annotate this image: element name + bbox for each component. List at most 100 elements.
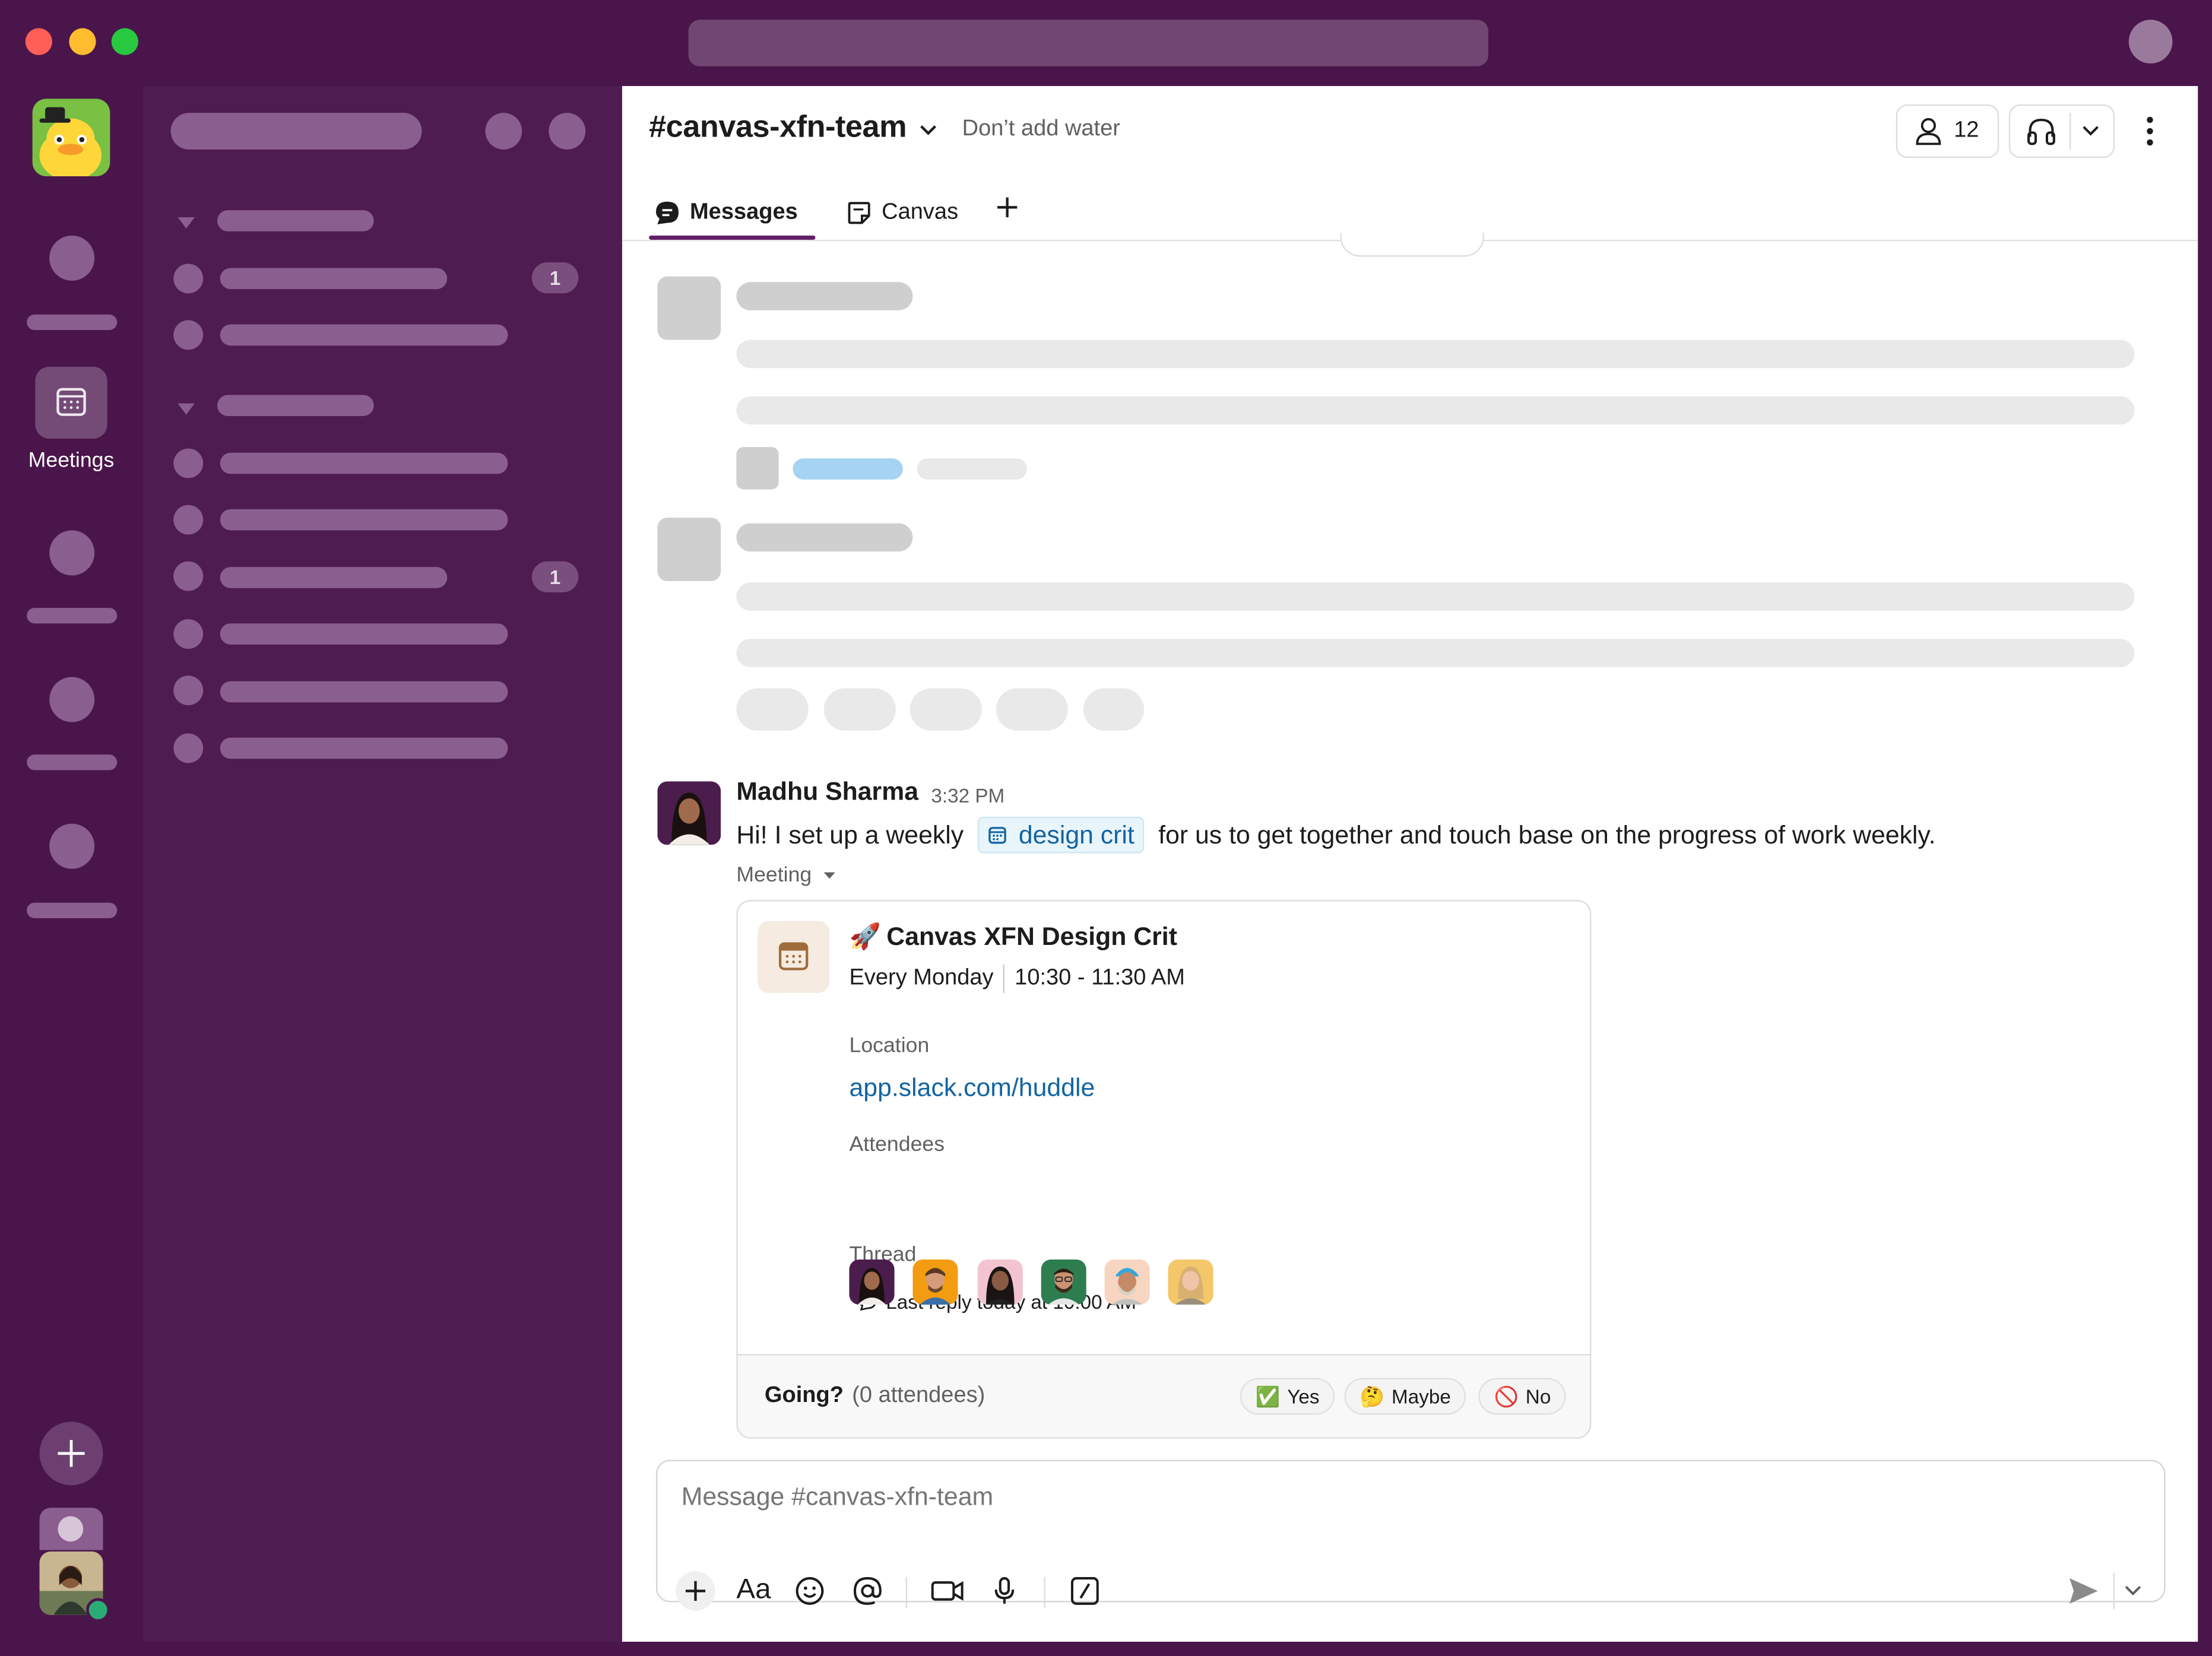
message-text-part: for us to get together and touch base on…	[1158, 820, 1936, 849]
author-avatar[interactable]	[657, 781, 721, 845]
plus-icon	[58, 1440, 85, 1467]
mention-icon[interactable]	[851, 1574, 885, 1608]
message-text: Hi! I set up a weekly design crit for us…	[736, 816, 2175, 854]
date-divider-pill[interactable]	[1340, 233, 1484, 257]
send-icon[interactable]	[2065, 1574, 2102, 1608]
replies-link-placeholder[interactable]	[793, 458, 903, 480]
compose-button[interactable]	[549, 113, 586, 150]
channel-name[interactable]: #canvas-xfn-team	[649, 109, 907, 145]
attachment-toggle[interactable]: Meeting	[736, 863, 837, 887]
tab-messages[interactable]: Messages	[653, 191, 798, 236]
message-text-part: Hi! I set up a weekly	[736, 820, 964, 849]
video-clip-icon[interactable]	[930, 1574, 966, 1608]
thread-avatar-placeholder	[736, 447, 779, 490]
attendee-avatar[interactable]	[1168, 1260, 1213, 1305]
section-header-placeholder[interactable]	[217, 395, 374, 417]
message-bubble-icon	[655, 201, 679, 224]
message-author[interactable]: Madhu Sharma	[736, 777, 918, 807]
sidebar-item[interactable]	[220, 737, 508, 759]
rsvp-maybe-button[interactable]: 🤔 Maybe	[1344, 1378, 1467, 1415]
design-crit-link-chip[interactable]: design crit	[977, 816, 1145, 854]
reaction-placeholder[interactable]	[909, 688, 982, 731]
plus-icon	[685, 1581, 706, 1601]
sidebar-item[interactable]	[220, 567, 448, 588]
rail-item-home[interactable]	[49, 235, 95, 281]
attendee-avatar[interactable]	[1041, 1260, 1086, 1305]
zoom-window-button[interactable]	[111, 28, 138, 55]
rail-item-label-placeholder	[27, 608, 118, 624]
slack-window: Meetings 1 1 #canvas-xfn-team Don’t add …	[0, 0, 2212, 1656]
formatting-button[interactable]: Aa	[736, 1574, 771, 1607]
reaction-placeholder[interactable]	[736, 688, 809, 731]
rail-item[interactable]	[49, 530, 95, 576]
attendee-avatar[interactable]	[912, 1260, 958, 1305]
meeting-icon-tile	[758, 921, 830, 993]
attachment-label: Meeting	[736, 863, 812, 887]
thread-meta-placeholder	[917, 458, 1027, 480]
meeting-title[interactable]: 🚀 Canvas XFN Design Crit	[850, 922, 1177, 952]
chevron-down-icon[interactable]	[918, 120, 938, 139]
huddle-button[interactable]	[2008, 104, 2115, 158]
sidebar-item[interactable]	[220, 623, 508, 645]
section-header-placeholder[interactable]	[217, 210, 374, 231]
no-entry-icon: 🚫	[1494, 1384, 1519, 1407]
sidebar-item[interactable]	[220, 681, 508, 703]
shortcuts-slash-icon[interactable]	[1068, 1574, 1102, 1608]
message-input[interactable]	[678, 1475, 2039, 1518]
avatar-placeholder	[657, 276, 721, 340]
more-options-icon[interactable]	[2138, 113, 2161, 150]
rail-item-meetings[interactable]	[35, 366, 107, 439]
rail-item[interactable]	[49, 823, 95, 869]
rocket-emoji-icon: 🚀	[849, 922, 881, 951]
toolbar-divider	[1044, 1576, 1045, 1608]
minimize-window-button[interactable]	[69, 28, 96, 55]
add-reaction-placeholder[interactable]	[1083, 688, 1145, 731]
attendee-photo-icon	[986, 1266, 1015, 1305]
workspace-name-placeholder[interactable]	[170, 113, 422, 150]
meeting-schedule: Every Monday 10:30 - 11:30 AM	[850, 965, 1185, 993]
attendee-photo-icon	[1111, 1268, 1143, 1305]
section-caret-icon[interactable]	[178, 403, 195, 415]
sidebar-item[interactable]	[220, 324, 508, 346]
rsvp-yes-button[interactable]: ✅ Yes	[1240, 1378, 1335, 1415]
user-avatar-top[interactable]	[2128, 20, 2173, 64]
location-link[interactable]: app.slack.com/huddle	[850, 1073, 1095, 1103]
reaction-placeholder[interactable]	[996, 688, 1068, 731]
attendee-avatar[interactable]	[1104, 1260, 1150, 1305]
rsvp-no-button[interactable]: 🚫 No	[1478, 1378, 1567, 1415]
channel-topic[interactable]: Don’t add water	[962, 117, 1120, 142]
sidebar-item[interactable]	[220, 268, 448, 290]
add-workspace-button[interactable]	[39, 1422, 103, 1486]
reaction-placeholder[interactable]	[823, 688, 896, 731]
text-placeholder	[736, 340, 2135, 369]
unread-badge: 1	[531, 262, 579, 294]
rail-item-label-placeholder	[27, 754, 118, 770]
section-caret-icon[interactable]	[178, 217, 195, 229]
divider	[1003, 965, 1005, 993]
search-bar[interactable]	[688, 20, 1488, 66]
tab-label: Canvas	[882, 200, 959, 224]
chevron-down-icon[interactable]	[2123, 1582, 2143, 1600]
rail-item[interactable]	[49, 677, 95, 722]
workspace-icon[interactable]	[32, 99, 110, 177]
sidebar-action-button[interactable]	[485, 113, 522, 150]
attendee-avatar[interactable]	[977, 1260, 1023, 1305]
attach-button[interactable]	[676, 1571, 715, 1611]
headphones-icon	[2027, 118, 2055, 145]
canvas-icon	[848, 202, 870, 224]
name-placeholder	[736, 282, 913, 310]
sidebar-item[interactable]	[220, 509, 508, 531]
sidebar-item[interactable]	[220, 452, 508, 474]
tab-canvas[interactable]: Canvas	[845, 191, 958, 236]
chevron-down-icon[interactable]	[2081, 123, 2100, 140]
madhu-avatar-icon	[657, 781, 721, 845]
attendee-avatar[interactable]	[849, 1260, 895, 1305]
members-button[interactable]: 12	[1896, 104, 1999, 158]
close-window-button[interactable]	[25, 28, 52, 55]
channel-icon	[173, 505, 204, 535]
emoji-icon[interactable]	[793, 1574, 826, 1608]
add-tab-plus-icon[interactable]	[994, 195, 1020, 220]
microphone-icon[interactable]	[987, 1574, 1021, 1608]
message-timestamp[interactable]: 3:32 PM	[931, 784, 1004, 807]
meeting-time-range: 10:30 - 11:30 AM	[1015, 966, 1185, 991]
